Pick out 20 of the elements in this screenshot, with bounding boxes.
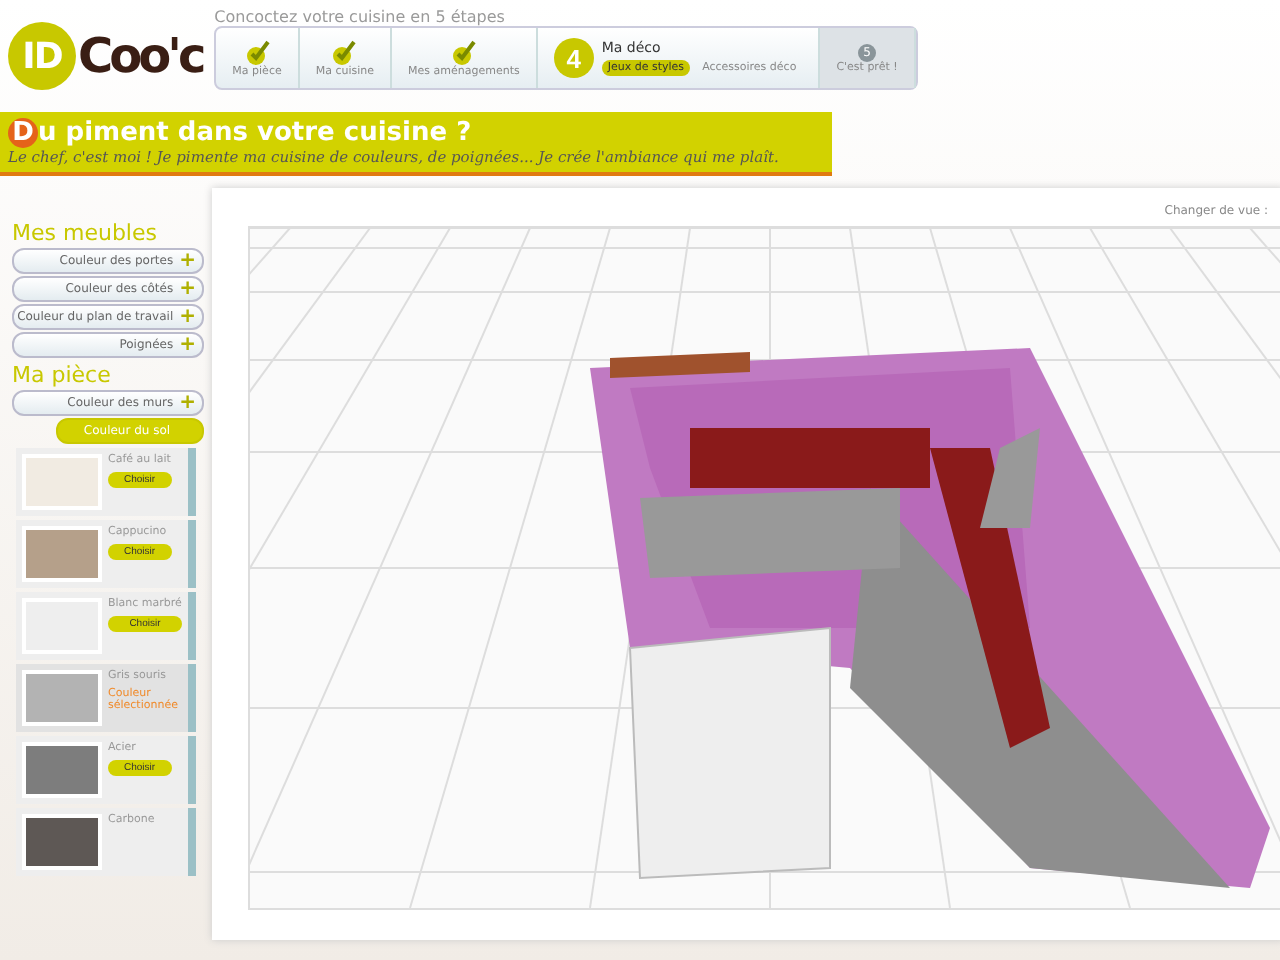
plus-icon: + [179,278,196,300]
section-title: Ma pièce [12,362,113,388]
banner-title: u piment dans votre cuisine ? [38,118,472,148]
floor-swatch[interactable] [22,742,102,798]
plus-icon: + [179,250,196,272]
check-icon [447,38,480,66]
floor-swatch[interactable] [22,526,102,582]
plus-icon: + [179,306,196,328]
check-icon [328,38,361,66]
step-number: 4 [553,38,594,78]
logo: ID Coo'c [8,22,203,90]
check-icon [241,38,274,66]
section-title: Mes meubles [12,220,159,246]
floor-swatch[interactable] [22,670,102,726]
floor-swatch[interactable] [22,454,102,510]
floor-swatch[interactable] [22,814,102,870]
plus-icon: + [179,334,196,356]
plus-icon: + [179,392,196,414]
initial-letter: D [8,118,38,148]
tagline: Concoctez votre cuisine en 5 étapes [214,8,507,26]
